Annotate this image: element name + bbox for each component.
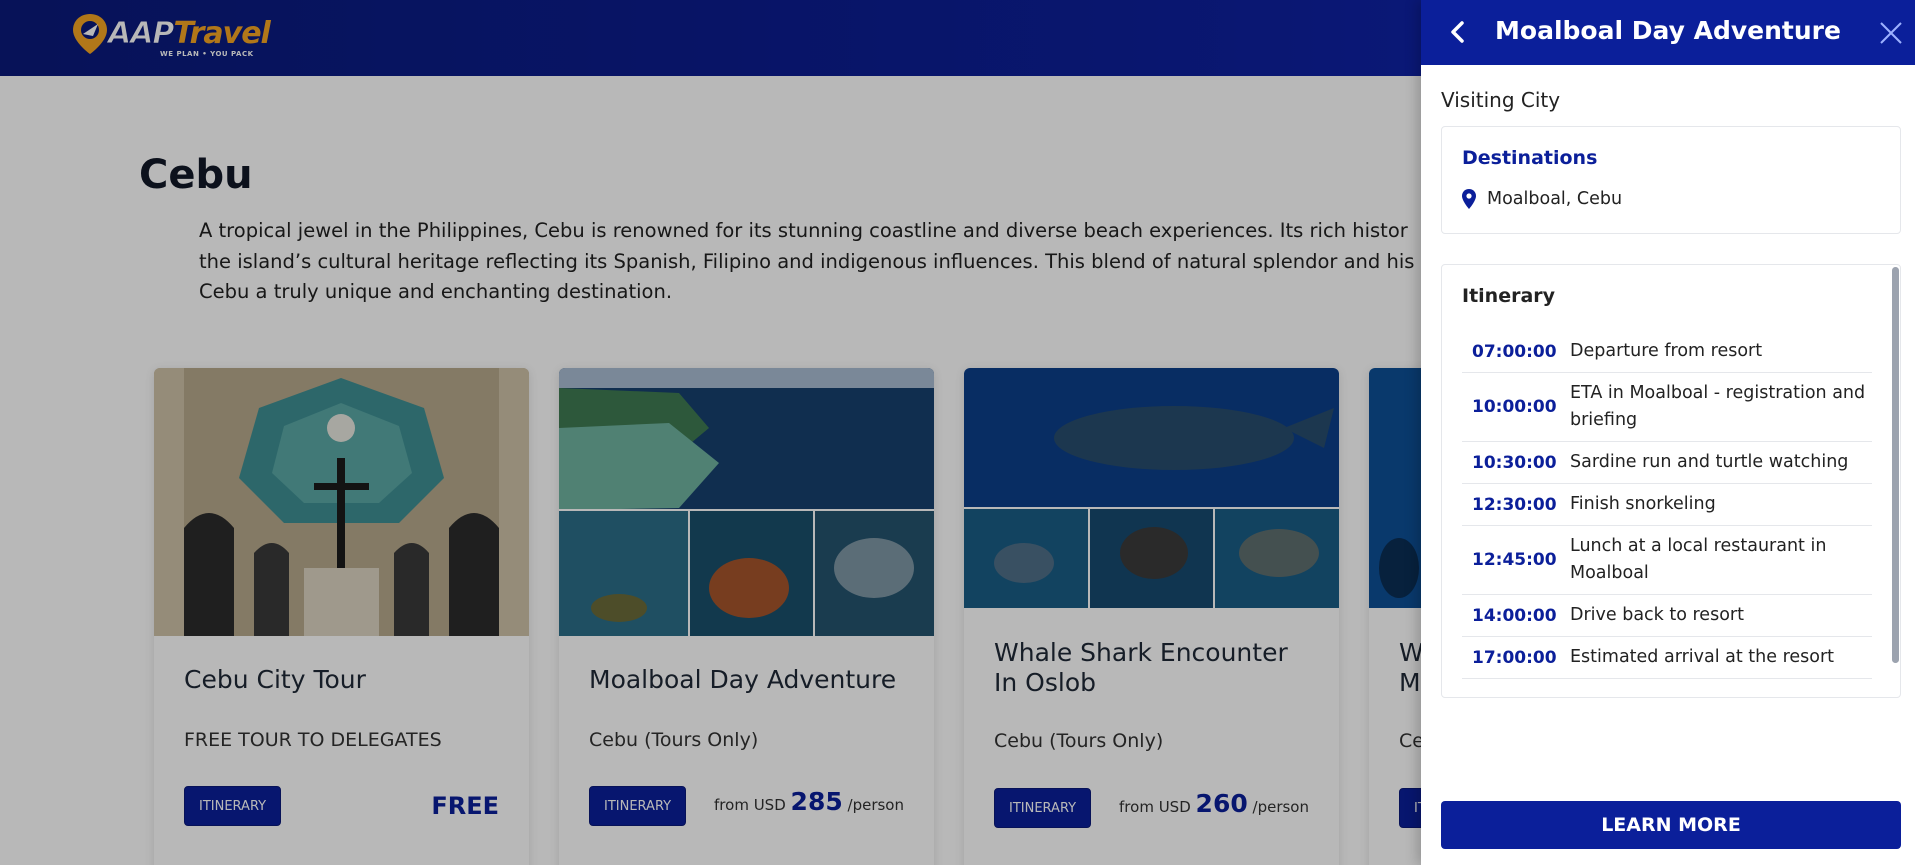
itinerary-time: 14:00:00 — [1472, 605, 1557, 626]
itinerary-heading: Itinerary — [1462, 285, 1556, 307]
destinations-heading: Destinations — [1462, 147, 1598, 169]
itinerary-time: 12:30:00 — [1472, 494, 1557, 515]
itinerary-row: 10:30:00 Sardine run and turtle watching — [1462, 442, 1872, 484]
itinerary-activity: Lunch at a local restaurant in Moalboal — [1570, 536, 1827, 583]
itinerary-row: 14:00:00 Drive back to resort — [1462, 595, 1872, 637]
itinerary-scrollbar[interactable] — [1892, 267, 1899, 663]
itinerary-time: 10:30:00 — [1472, 452, 1557, 473]
tour-detail-panel: Moalboal Day Adventure Visiting City Des… — [1421, 0, 1915, 865]
itinerary-time: 10:00:00 — [1472, 397, 1557, 417]
panel-header: Moalboal Day Adventure — [1421, 0, 1915, 65]
itinerary-time: 17:00:00 — [1472, 647, 1557, 668]
itinerary-row: 10:00:00 ETA in Moalboal - registration … — [1462, 373, 1872, 442]
panel-title: Moalboal Day Adventure — [1495, 16, 1841, 45]
itinerary-time: 12:45:00 — [1472, 550, 1557, 570]
close-icon[interactable] — [1876, 18, 1906, 48]
itinerary-row: 12:45:00 Lunch at a local restaurant in … — [1462, 526, 1872, 595]
destination-value: Moalboal, Cebu — [1487, 189, 1623, 209]
learn-more-button[interactable]: LEARN MORE — [1441, 801, 1901, 849]
itinerary-time: 07:00:00 — [1472, 341, 1557, 362]
itinerary-activity: Departure from resort — [1570, 341, 1763, 361]
itinerary-activity: Finish snorkeling — [1570, 494, 1716, 514]
itinerary-row: 17:00:00 Estimated arrival at the resort — [1462, 637, 1872, 679]
itinerary-row: 12:30:00 Finish snorkeling — [1462, 484, 1872, 526]
itinerary-box: Itinerary 07:00:00 Departure from resort… — [1441, 264, 1901, 698]
itinerary-activity: Sardine run and turtle watching — [1570, 452, 1849, 472]
itinerary-list: 07:00:00 Departure from resort 10:00:00 … — [1462, 331, 1872, 679]
itinerary-row: 07:00:00 Departure from resort — [1462, 331, 1872, 373]
location-pin-icon — [1462, 189, 1476, 209]
scrollbar-thumb[interactable] — [1892, 267, 1899, 663]
visiting-city-label: Visiting City — [1441, 88, 1561, 112]
destinations-box: Destinations Moalboal, Cebu — [1441, 126, 1901, 234]
itinerary-activity: Drive back to resort — [1570, 605, 1744, 625]
itinerary-activity: ETA in Moalboal - registration and brief… — [1570, 383, 1866, 430]
itinerary-activity: Estimated arrival at the resort — [1570, 647, 1835, 667]
